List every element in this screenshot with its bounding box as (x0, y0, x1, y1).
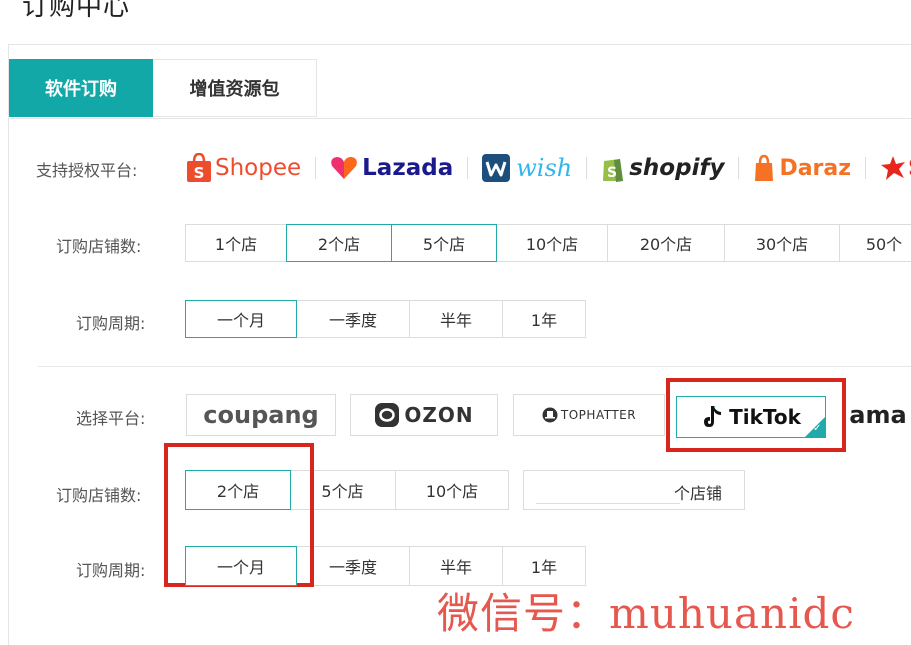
lazada-wordmark: Lazada (362, 155, 454, 181)
store-option-2[interactable]: 2个店 (286, 224, 392, 262)
lazada-heart-icon (331, 157, 357, 179)
shopify-wordmark: shopify (629, 155, 725, 181)
tab-resource-pack[interactable]: 增值资源包 (153, 59, 317, 117)
period-option-month-b[interactable]: 一个月 (185, 546, 297, 586)
store-option-1[interactable]: 1个店 (185, 224, 287, 262)
period-option-month[interactable]: 一个月 (185, 300, 297, 338)
daraz-bag-icon (755, 154, 774, 181)
highlight-box-tiktok (666, 378, 846, 452)
tophatter-hat-icon (542, 407, 558, 423)
daraz-wordmark: Daraz (779, 155, 852, 181)
shopee-logo: S Shopee (185, 150, 301, 186)
watermark-text: 微信号：muhuanidc (437, 589, 855, 638)
supported-platforms-label: 支持授权平台: (36, 161, 138, 180)
lazada-logo: Lazada (330, 150, 453, 186)
shopify-logo: S shopify (601, 150, 724, 186)
store-option-30[interactable]: 30个店 (724, 224, 840, 262)
platform-coupang[interactable]: coupang (186, 394, 336, 436)
store-option-20[interactable]: 20个店 (607, 224, 725, 262)
page-title: 订购中心 (22, 0, 131, 22)
period-options: 一个月 一季度 半年 1年 (185, 300, 586, 338)
logo-separator (467, 157, 469, 179)
logo-separator (315, 157, 317, 179)
svg-text:S: S (194, 164, 205, 182)
period-label-2: 订购周期: (76, 561, 146, 580)
ozon-wordmark: OZON (404, 403, 474, 427)
tab-underline (9, 118, 911, 119)
period-option-year[interactable]: 1年 (502, 300, 586, 338)
logo-separator (586, 157, 588, 179)
wish-logo: wish (482, 150, 572, 186)
shein-logo-partial: Sh (880, 150, 911, 186)
svg-text:S: S (607, 165, 617, 181)
custom-store-suffix: 个店铺 (674, 484, 723, 503)
period-option-quarter[interactable]: 一季度 (296, 300, 410, 338)
ozon-o-icon (375, 403, 400, 427)
store-option-10[interactable]: 10个店 (496, 224, 608, 262)
shopify-bag-icon: S (603, 159, 624, 182)
custom-store-count: 个店铺 (523, 470, 745, 510)
platform-ozon[interactable]: OZON (350, 394, 498, 436)
tab-software-order[interactable]: 软件订购 (9, 59, 153, 117)
logo-separator (865, 157, 867, 179)
store-option-5[interactable]: 5个店 (391, 224, 497, 262)
tophatter-wordmark: TOPHATTER (560, 408, 637, 422)
platform-tophatter[interactable]: TOPHATTER (513, 394, 665, 436)
store-count-label: 订购店铺数: (56, 237, 142, 256)
shopee-wordmark: Shopee (215, 155, 302, 181)
store-count-options: 1个店 2个店 5个店 10个店 20个店 30个店 50个 (185, 224, 911, 262)
star-burst-icon (881, 156, 906, 180)
choose-platform-label: 选择平台: (76, 409, 146, 428)
store-count-options-2: 2个店 5个店 10个店 (185, 470, 509, 510)
logo-separator (738, 157, 740, 179)
shopee-bag-icon: S (187, 153, 211, 182)
tab-bar: 软件订购 增值资源包 (9, 59, 317, 119)
supported-platform-logos: S Shopee Lazada wish S shopify Daraz (185, 150, 911, 186)
coupang-wordmark: coupang (203, 401, 319, 429)
amazon-wordmark: ama (849, 401, 907, 429)
section-divider (38, 366, 911, 367)
daraz-logo: Daraz (753, 150, 851, 186)
wish-wordmark: wish (516, 154, 573, 182)
period-label: 订购周期: (76, 314, 146, 333)
store-option-10-b[interactable]: 10个店 (395, 470, 509, 510)
platform-amazon-partial[interactable]: ama (838, 394, 911, 436)
store-count-label-2: 订购店铺数: (56, 486, 142, 505)
wish-w-icon (482, 154, 511, 182)
store-option-2-b[interactable]: 2个店 (185, 470, 291, 510)
custom-store-count-input[interactable] (536, 479, 680, 504)
store-option-50[interactable]: 50个 (839, 224, 911, 262)
period-option-half-year[interactable]: 半年 (409, 300, 503, 338)
